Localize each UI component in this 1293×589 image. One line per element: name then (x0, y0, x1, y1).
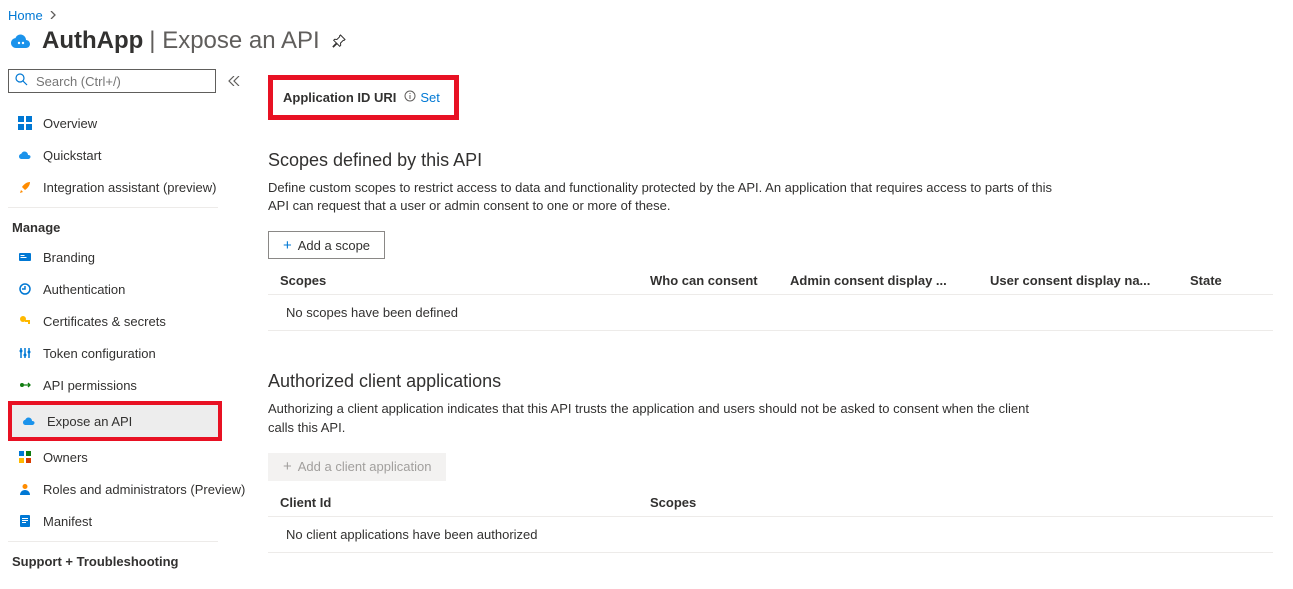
sidebar-item-label: API permissions (43, 378, 137, 393)
divider (8, 541, 218, 542)
person-icon (17, 481, 33, 497)
divider (8, 207, 218, 208)
col-user: User consent display na... (990, 273, 1190, 288)
sidebar-item-label: Authentication (43, 282, 125, 297)
scopes-section-title: Scopes defined by this API (268, 150, 1273, 171)
table-empty-row: No scopes have been defined (268, 295, 1273, 331)
plus-icon: + (283, 459, 292, 474)
col-scopes: Scopes (280, 273, 650, 288)
sidebar-item-label: Branding (43, 250, 95, 265)
sidebar-item-roles[interactable]: Roles and administrators (Preview) (8, 473, 250, 505)
sidebar-section-manage: Manage (8, 212, 250, 241)
sidebar-item-label: Roles and administrators (Preview) (43, 482, 245, 497)
sidebar-item-owners[interactable]: Owners (8, 441, 250, 473)
clients-table: Client Id Scopes No client applications … (268, 489, 1273, 553)
cloud-arrow-icon (17, 147, 33, 163)
highlight-box-expose: Expose an API (8, 401, 222, 441)
sidebar-item-api-permissions[interactable]: API permissions (8, 369, 250, 401)
col-client-scopes: Scopes (650, 495, 1261, 510)
table-header: Client Id Scopes (268, 489, 1273, 517)
add-scope-button[interactable]: + Add a scope (268, 231, 385, 259)
table-empty-row: No client applications have been authori… (268, 517, 1273, 553)
sidebar-item-token[interactable]: Token configuration (8, 337, 250, 369)
scopes-section-desc: Define custom scopes to restrict access … (268, 179, 1058, 215)
manifest-icon (17, 513, 33, 529)
highlight-box-app-id: Application ID URI Set (268, 75, 459, 120)
sidebar-item-certificates[interactable]: Certificates & secrets (8, 305, 250, 337)
page-header: AuthApp | Expose an API (0, 27, 1293, 69)
sidebar-item-expose-api[interactable]: Expose an API (12, 405, 218, 437)
sidebar-item-label: Owners (43, 450, 88, 465)
sidebar-item-quickstart[interactable]: Quickstart (8, 139, 250, 171)
col-admin: Admin consent display ... (790, 273, 990, 288)
col-clientid: Client Id (280, 495, 650, 510)
table-header: Scopes Who can consent Admin consent dis… (268, 267, 1273, 295)
add-client-label: Add a client application (298, 459, 432, 474)
cloud-api-icon (21, 413, 37, 429)
rocket-icon (17, 179, 33, 195)
plus-icon: + (283, 238, 292, 253)
scopes-table: Scopes Who can consent Admin consent dis… (268, 267, 1273, 331)
set-link[interactable]: Set (420, 90, 440, 105)
chevron-right-icon (49, 10, 57, 22)
col-who: Who can consent (650, 273, 790, 288)
breadcrumb-home[interactable]: Home (8, 8, 43, 23)
no-clients-text: No client applications have been authori… (286, 527, 538, 542)
sliders-icon (17, 345, 33, 361)
sidebar: Overview Quickstart Integration assistan… (0, 69, 250, 575)
sidebar-item-manifest[interactable]: Manifest (8, 505, 250, 537)
sidebar-item-label: Expose an API (47, 414, 132, 429)
sidebar-item-label: Overview (43, 116, 97, 131)
owners-icon (17, 449, 33, 465)
pin-icon[interactable] (332, 27, 346, 55)
auth-clients-desc: Authorizing a client application indicat… (268, 400, 1058, 436)
sidebar-item-label: Certificates & secrets (43, 314, 166, 329)
add-client-button: + Add a client application (268, 453, 446, 481)
sidebar-item-label: Quickstart (43, 148, 102, 163)
breadcrumb: Home (0, 0, 1293, 27)
sidebar-item-branding[interactable]: Branding (8, 241, 250, 273)
sidebar-item-authentication[interactable]: Authentication (8, 273, 250, 305)
sidebar-item-label: Token configuration (43, 346, 156, 361)
app-icon (8, 29, 32, 53)
sidebar-item-integration[interactable]: Integration assistant (preview) (8, 171, 250, 203)
idcard-icon (17, 249, 33, 265)
grid-icon (17, 115, 33, 131)
auth-clients-title: Authorized client applications (268, 371, 1273, 392)
app-title: AuthApp (42, 27, 143, 55)
collapse-sidebar-icon[interactable] (228, 74, 240, 89)
add-scope-label: Add a scope (298, 238, 370, 253)
sidebar-item-overview[interactable]: Overview (8, 107, 250, 139)
main-content: Application ID URI Set Scopes defined by… (250, 69, 1293, 575)
sidebar-item-label: Integration assistant (preview) (43, 180, 216, 195)
key-icon (17, 313, 33, 329)
auth-icon (17, 281, 33, 297)
sidebar-section-support: Support + Troubleshooting (8, 546, 250, 575)
api-icon (17, 377, 33, 393)
sidebar-item-label: Manifest (43, 514, 92, 529)
search-icon (15, 73, 28, 89)
page-title: Expose an API (162, 27, 319, 54)
app-id-uri-label: Application ID URI (283, 90, 396, 105)
no-scopes-text: No scopes have been defined (286, 305, 458, 320)
search-input[interactable] (8, 69, 216, 93)
col-state: State (1190, 273, 1250, 288)
info-icon[interactable] (404, 90, 416, 105)
